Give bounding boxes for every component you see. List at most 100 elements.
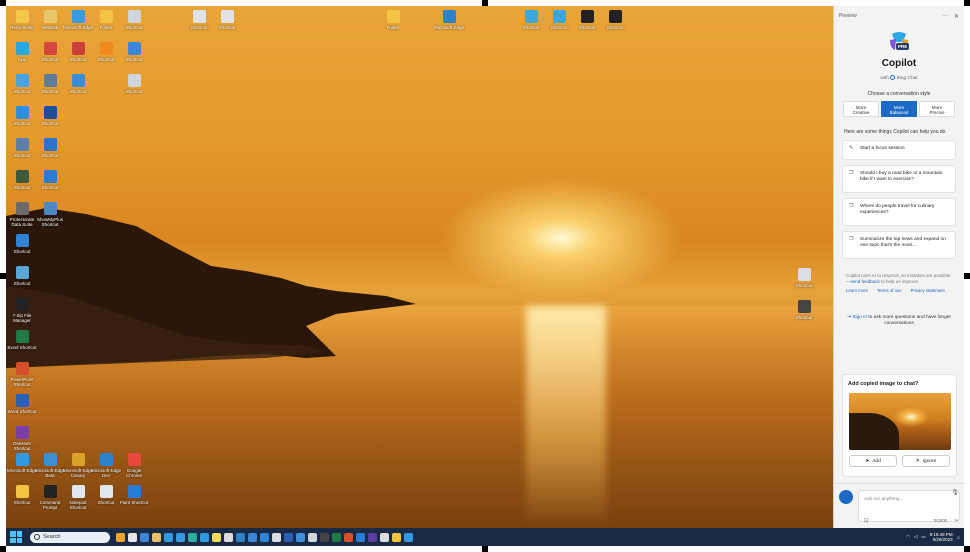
desktop-icon[interactable]: Shortcut [572, 10, 602, 30]
microphone-icon[interactable]: 🎙 [951, 489, 959, 496]
style-option[interactable]: More Creative [843, 100, 879, 117]
desktop-icon[interactable]: Shortcut [35, 74, 65, 94]
taskbar-app-icon[interactable] [188, 532, 197, 542]
add-image-icon[interactable]: ⊡ [864, 518, 869, 524]
suggestion-card[interactable]: ❐ Where do people travel for culinary exp… [842, 197, 956, 226]
start-button[interactable] [10, 531, 22, 543]
taskbar-app-icon[interactable] [248, 532, 257, 542]
taskbar-app-icon[interactable] [152, 532, 161, 542]
desktop-icon[interactable]: OneNote Shortcut [7, 426, 37, 451]
taskbar-app-icon[interactable] [368, 532, 377, 542]
taskbar-app-icon[interactable] [404, 532, 413, 542]
desktop-icon[interactable]: Shortcut [7, 170, 37, 190]
taskbar-app-icon[interactable] [356, 532, 365, 542]
desktop-icon[interactable]: Word Shortcut [7, 394, 37, 414]
desktop-icon[interactable]: Folder [91, 10, 121, 30]
desktop-icon[interactable]: Excel Shortcut [7, 330, 37, 350]
notification-bell-icon[interactable]: ♫ [957, 535, 960, 540]
volume-icon[interactable]: ◁ [914, 534, 917, 540]
taskbar-app-icon[interactable] [224, 532, 233, 542]
desktop-icon[interactable]: Protectorate Data Suite [7, 202, 37, 227]
taskbar-search[interactable]: Search [30, 531, 110, 543]
desktop-icon[interactable]: Notepad Shortcut [63, 485, 93, 510]
desktop-icon[interactable]: Shortcut [35, 138, 65, 158]
taskbar-app-icon[interactable] [332, 532, 341, 542]
battery-icon[interactable]: ▭ [921, 534, 925, 540]
desktop-icon[interactable]: Recycle Bin [7, 10, 37, 30]
taskbar-app-icon[interactable] [380, 532, 389, 542]
ignore-image-button[interactable]: ✕ Ignore [902, 455, 950, 467]
desktop-icon[interactable]: Shortcut [91, 485, 121, 505]
legal-link[interactable]: Learn more [846, 288, 868, 293]
desktop-icon[interactable]: Shortcut [789, 300, 819, 320]
desktop-icon[interactable]: Shortcut [63, 74, 93, 94]
selection-handle[interactable] [0, 0, 6, 6]
desktop-icon[interactable]: Shortcut [212, 10, 242, 30]
desktop-icon[interactable]: Microsoft Edge Beta [35, 453, 65, 478]
suggestion-card[interactable]: ❐ Summarize the top news and expand on on… [842, 230, 956, 259]
selection-handle[interactable] [964, 0, 970, 6]
desktop-icon[interactable]: Shortcut [7, 138, 37, 158]
wifi-icon[interactable]: ◠ [906, 534, 910, 540]
suggestion-card[interactable]: ❐ Should I buy a road bike or a mountain … [842, 164, 956, 193]
suggestion-card[interactable]: ✎ Start a focus session [842, 139, 956, 160]
taskbar-app-icon[interactable] [272, 532, 281, 542]
desktop-icon[interactable]: Shortcut [600, 10, 630, 30]
close-button[interactable]: ✕ [954, 13, 959, 20]
desktop-icon[interactable]: Microsoft Edge [434, 10, 464, 30]
taskbar-app-icon[interactable] [176, 532, 185, 542]
desktop-icon[interactable]: Shortcut [63, 42, 93, 62]
desktop-icon[interactable]: Network [35, 10, 65, 30]
desktop-icon[interactable]: Microsoft Edge [7, 453, 37, 473]
desktop-icon[interactable]: Command Prompt [35, 485, 65, 510]
desktop-icon[interactable]: Shortcut [35, 42, 65, 62]
desktop-icon[interactable]: ShowMyPlus Shortcut [35, 202, 65, 227]
desktop-icon[interactable]: 7-Zip File Manager [7, 298, 37, 323]
desktop-icon[interactable]: PowerPoint Shortcut [7, 362, 37, 387]
new-topic-button[interactable] [839, 490, 853, 504]
desktop-icon[interactable]: Shortcut [184, 10, 214, 30]
desktop-icon[interactable]: App [7, 42, 37, 62]
taskbar-app-icon[interactable] [320, 532, 329, 542]
desktop-icon[interactable]: Shortcut [544, 10, 574, 30]
taskbar-app-icon[interactable] [116, 532, 125, 542]
add-image-button[interactable]: ➤ Add [849, 455, 897, 467]
desktop-icon[interactable]: Shortcut [789, 268, 819, 288]
selection-handle[interactable] [964, 546, 970, 552]
legal-link[interactable]: Privacy statement [911, 288, 945, 293]
taskbar-app-icon[interactable] [128, 532, 137, 542]
desktop-icon[interactable]: Shortcut [7, 74, 37, 94]
desktop-icon[interactable]: Shortcut [35, 170, 65, 190]
taskbar-app-icon[interactable] [392, 532, 401, 542]
send-icon[interactable]: ➢ [954, 517, 959, 524]
desktop-icon[interactable]: Shortcut [91, 42, 121, 62]
legal-link[interactable]: Terms of use [877, 288, 902, 293]
taskbar-app-icon[interactable] [236, 532, 245, 542]
desktop-icon[interactable]: Shortcut [516, 10, 546, 30]
taskbar-app-icon[interactable] [260, 532, 269, 542]
desktop-icon[interactable]: Paint Shortcut [119, 485, 149, 505]
taskbar-app-icon[interactable] [200, 532, 209, 542]
desktop-icon[interactable]: Shortcut [7, 234, 37, 254]
desktop-icon[interactable]: Folder [378, 10, 408, 30]
desktop-icon[interactable]: Microsoft Edge Canary [63, 453, 93, 478]
desktop-icon[interactable]: Shortcut [119, 42, 149, 62]
desktop-icon[interactable]: Microsoft Edge [63, 10, 93, 30]
signin-link[interactable]: Sign in [852, 315, 867, 320]
desktop-icon[interactable]: Shortcut [7, 266, 37, 286]
desktop-icon[interactable]: Shortcut [35, 106, 65, 126]
taskbar-app-icon[interactable] [308, 532, 317, 542]
selection-handle[interactable] [0, 546, 6, 552]
desktop-icon[interactable]: Shortcut [7, 106, 37, 126]
more-options-button[interactable]: ··· [942, 13, 948, 19]
clock[interactable]: 9:16:48 PM 9/26/2023 [930, 532, 953, 542]
selection-handle[interactable] [0, 273, 6, 279]
desktop-icon[interactable]: Google Chrome [119, 453, 149, 478]
desktop-icon[interactable]: Shortcut [119, 10, 149, 30]
selection-handle[interactable] [964, 273, 970, 279]
taskbar-app-icon[interactable] [296, 532, 305, 542]
desktop-icon[interactable]: Shortcut [7, 485, 37, 505]
selection-handle[interactable] [482, 0, 488, 6]
desktop-icon[interactable]: Shortcut [119, 74, 149, 94]
taskbar-app-icon[interactable] [164, 532, 173, 542]
